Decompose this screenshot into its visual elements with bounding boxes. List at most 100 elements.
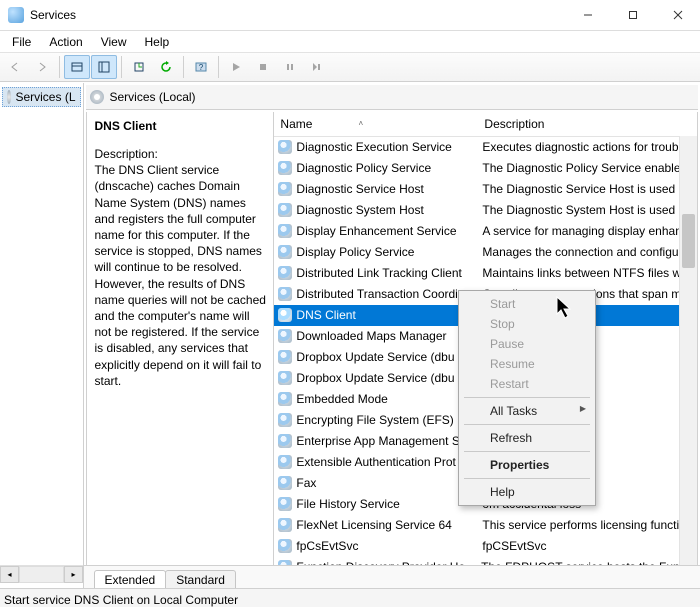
service-description: The FDPHOST service hosts the Functio (475, 560, 697, 565)
service-name: DNS Client (296, 308, 355, 322)
tree-horizontal-scrollbar[interactable]: ◂▸ (0, 565, 83, 583)
forward-button[interactable] (29, 55, 55, 79)
column-headers[interactable]: Name ˄ Description (274, 112, 697, 137)
start-service-button[interactable] (223, 55, 249, 79)
service-name: Dropbox Update Service (dbu (296, 350, 454, 364)
tab-extended[interactable]: Extended (94, 570, 167, 588)
service-name: Distributed Transaction Coordin... (296, 287, 474, 301)
service-description: Manages the connection and configurat (476, 245, 697, 259)
service-description: The Diagnostic Service Host is used by (476, 182, 697, 196)
menu-help[interactable]: Help (137, 33, 178, 51)
gear-icon (278, 203, 292, 217)
gear-icon (278, 140, 292, 154)
menu-file[interactable]: File (4, 33, 39, 51)
service-name: Fax (296, 476, 316, 490)
service-name: Diagnostic Policy Service (296, 161, 431, 175)
service-name: Extensible Authentication Prot (296, 455, 455, 469)
service-name: Distributed Link Tracking Client (296, 266, 461, 280)
context-menu-properties[interactable]: Properties (462, 455, 592, 475)
service-row[interactable]: Function Discovery Provider Ho...The FDP… (274, 557, 697, 565)
tree-item-label: Services (L (15, 90, 75, 104)
gear-icon (278, 182, 292, 196)
status-text: Start service DNS Client on Local Comput… (4, 593, 238, 607)
context-menu-separator (464, 397, 590, 398)
service-row[interactable]: Diagnostic Service HostThe Diagnostic Se… (274, 179, 697, 200)
column-description[interactable]: Description (478, 117, 697, 131)
help-button[interactable]: ? (188, 55, 214, 79)
service-description: Executes diagnostic actions for troubles (476, 140, 697, 154)
context-menu-separator (464, 424, 590, 425)
sort-asc-icon: ˄ (358, 119, 363, 128)
service-row[interactable]: Diagnostic Policy ServiceThe Diagnostic … (274, 158, 697, 179)
gear-icon (278, 161, 292, 175)
service-name: Downloaded Maps Manager (296, 329, 446, 343)
service-row[interactable]: fpCsEvtSvc fpCSEvtSvc (274, 536, 697, 557)
scrollbar-thumb[interactable] (682, 214, 695, 268)
service-row[interactable]: Display Policy Service Manages the connec… (274, 242, 697, 263)
gear-icon (278, 224, 292, 238)
gear-icon (278, 518, 292, 532)
refresh-button[interactable] (153, 55, 179, 79)
service-name: FlexNet Licensing Service 64 (296, 518, 451, 532)
view-tabs: Extended Standard (84, 565, 700, 588)
context-menu-separator (464, 478, 590, 479)
back-button[interactable] (2, 55, 28, 79)
service-description: This service performs licensing functio (476, 518, 697, 532)
pause-service-button[interactable] (277, 55, 303, 79)
gear-icon (278, 476, 292, 490)
context-menu-help[interactable]: Help (462, 482, 592, 502)
context-menu-pause: Pause (462, 334, 592, 354)
service-name: Encrypting File System (EFS) (296, 413, 453, 427)
menu-view[interactable]: View (93, 33, 135, 51)
context-menu-restart: Restart (462, 374, 592, 394)
selected-service-name: DNS Client (95, 118, 268, 134)
gear-icon (278, 266, 292, 280)
service-row[interactable]: Diagnostic Execution Service Executes dia… (274, 137, 697, 158)
description-text: The DNS Client service (dnscache) caches… (95, 162, 268, 389)
service-row[interactable]: Distributed Link Tracking ClientMaintain… (274, 263, 697, 284)
service-name: fpCsEvtSvc (296, 539, 358, 553)
vertical-scrollbar[interactable] (679, 136, 697, 565)
console-tree: Services (L (0, 83, 84, 588)
toolbar: ? (0, 53, 700, 82)
service-name: Display Enhancement Service (296, 224, 456, 238)
gear-icon (278, 455, 292, 469)
pane-title: Services (Local) (110, 90, 196, 104)
minimize-button[interactable] (565, 0, 610, 30)
service-row[interactable]: Diagnostic System HostThe Diagnostic Sys… (274, 200, 697, 221)
service-name: Diagnostic Execution Service (296, 140, 451, 154)
maximize-button[interactable] (610, 0, 655, 30)
service-description: The Diagnostic System Host is used by (476, 203, 697, 217)
gear-icon (278, 539, 292, 553)
menu-action[interactable]: Action (41, 33, 90, 51)
gear-icon (278, 329, 292, 343)
context-menu-stop: Stop (462, 314, 592, 334)
context-menu-refresh[interactable]: Refresh (462, 428, 592, 448)
context-menu-start: Start (462, 294, 592, 314)
tab-standard[interactable]: Standard (165, 570, 236, 588)
gear-icon (278, 371, 292, 385)
description-label: Description: (95, 146, 268, 162)
window-title: Services (30, 8, 76, 22)
export-button[interactable] (126, 55, 152, 79)
restart-service-button[interactable] (304, 55, 330, 79)
service-name: Embedded Mode (296, 392, 387, 406)
properties-button[interactable] (91, 55, 117, 79)
gear-icon (278, 560, 292, 565)
service-row[interactable]: Display Enhancement ServiceA service for… (274, 221, 697, 242)
context-menu-separator (464, 451, 590, 452)
service-row[interactable]: FlexNet Licensing Service 64 This service… (274, 515, 697, 536)
gear-icon (278, 245, 292, 259)
detail-pane: DNS Client Description: The DNS Client s… (87, 112, 275, 565)
show-hide-tree-button[interactable] (64, 55, 90, 79)
close-button[interactable] (655, 0, 700, 30)
stop-service-button[interactable] (250, 55, 276, 79)
service-name: Function Discovery Provider Ho... (296, 560, 475, 565)
context-menu-all-tasks[interactable]: All Tasks (462, 401, 592, 421)
service-description: fpCSEvtSvc (476, 539, 697, 553)
column-name[interactable]: Name ˄ (274, 117, 478, 131)
tree-item-services[interactable]: Services (L (2, 87, 81, 107)
title-bar: Services (0, 0, 700, 31)
service-name: Display Policy Service (296, 245, 414, 259)
pane-header: Services (Local) (86, 85, 699, 110)
